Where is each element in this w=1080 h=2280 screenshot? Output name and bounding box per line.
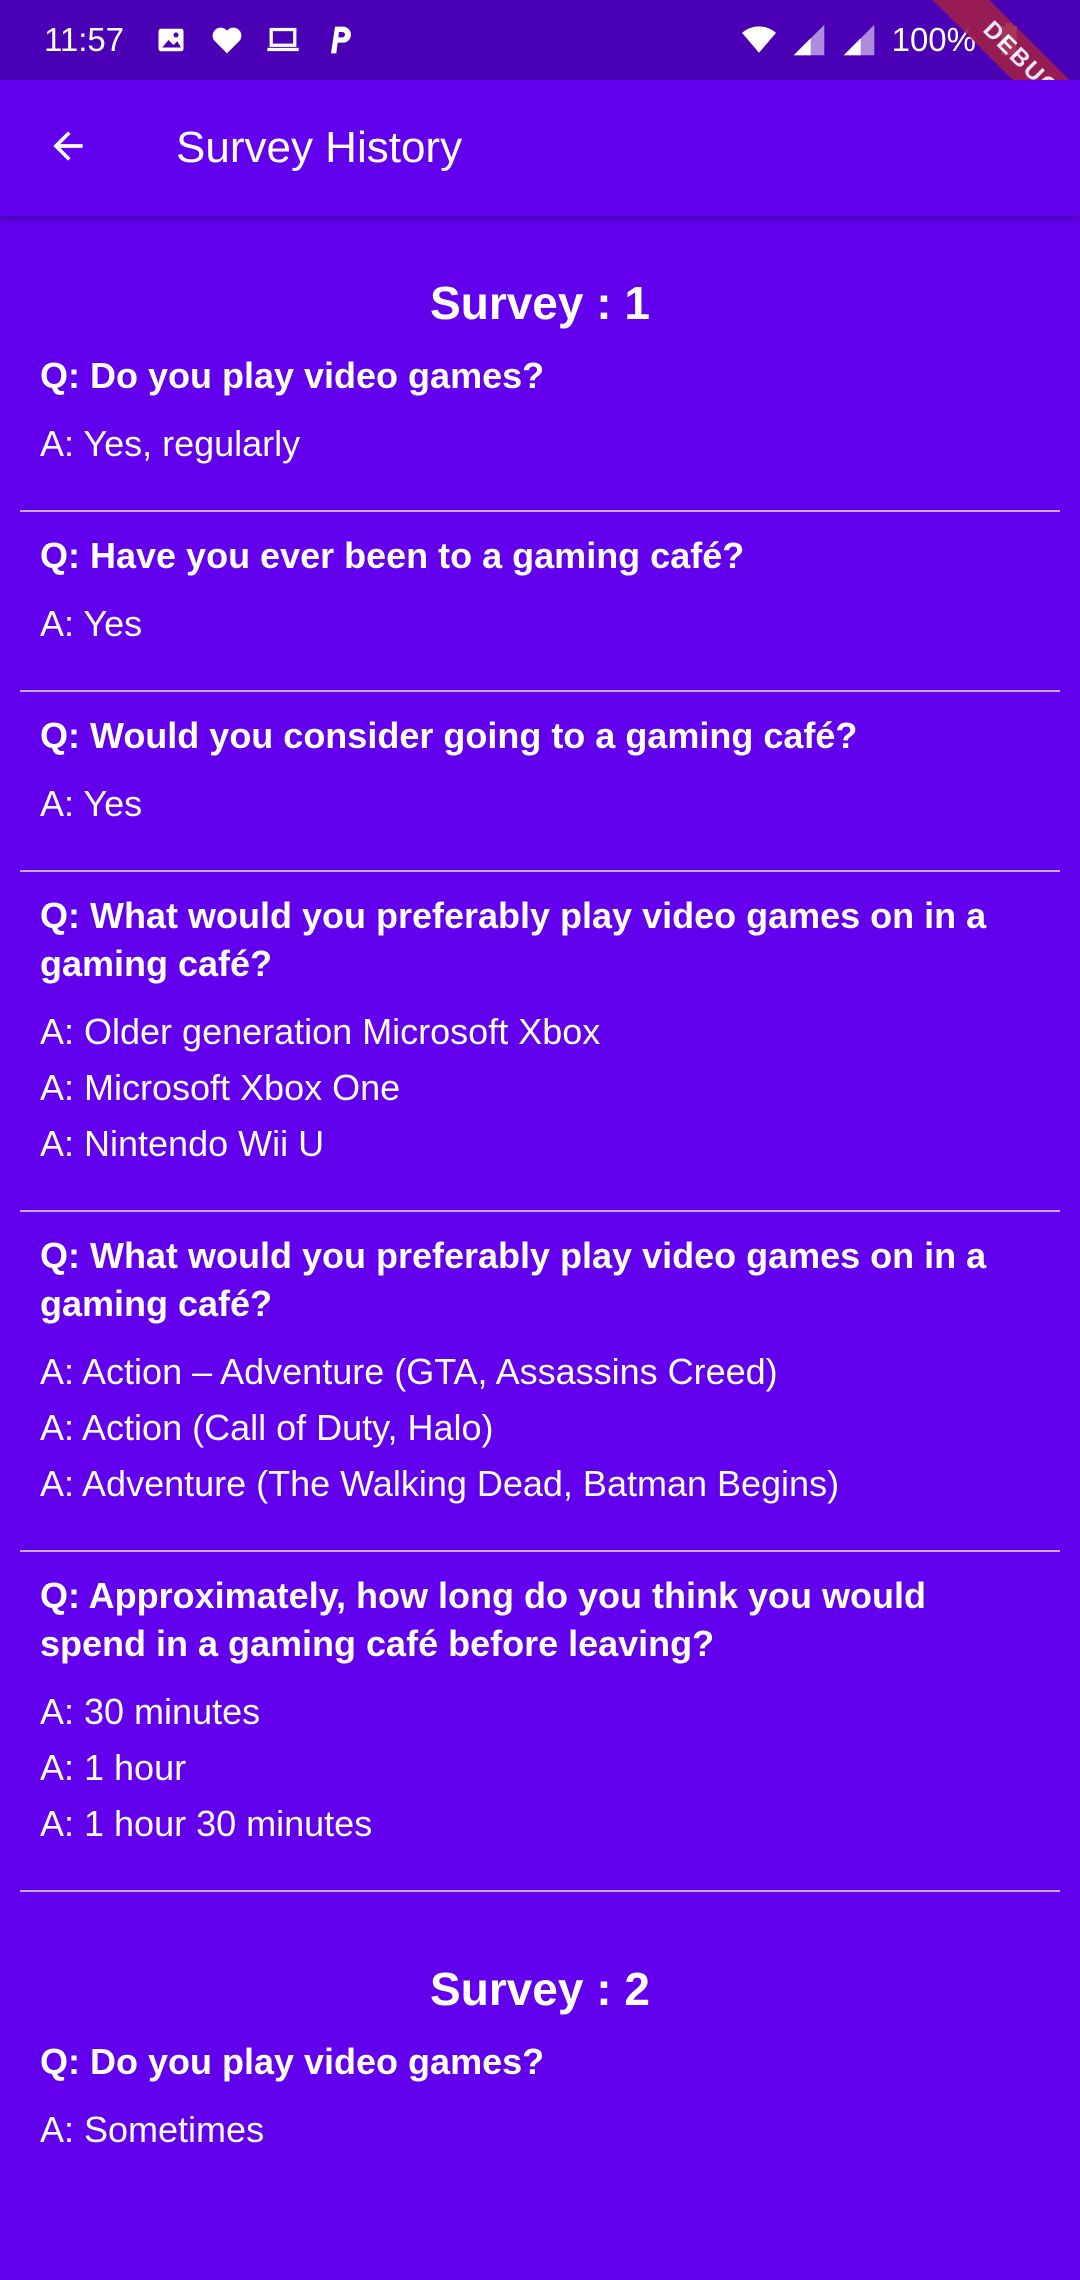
qa-item: Q: What would you preferably play video … xyxy=(20,872,1060,1212)
question-text: Q: Would you consider going to a gaming … xyxy=(40,715,858,756)
signal-icon xyxy=(792,23,826,57)
survey-title: Survey : 2 xyxy=(430,1963,650,2015)
signal-icon xyxy=(842,23,876,57)
image-icon xyxy=(154,23,188,57)
page-title: Survey History xyxy=(176,123,463,172)
survey-block: Survey : 1 Q: Do you play video games? A… xyxy=(20,216,1060,1892)
arrow-back-icon xyxy=(46,124,90,173)
survey-title: Survey : 1 xyxy=(430,277,650,329)
status-bar: 11:57 100% xyxy=(0,0,1080,80)
p-app-icon xyxy=(322,23,356,57)
question-text: Q: Do you play video games? xyxy=(40,355,545,396)
question-text: Q: Approximately, how long do you think … xyxy=(40,1575,926,1664)
survey-block: Survey : 2 Q: Do you play video games? A… xyxy=(20,1892,1060,2196)
qa-item: Q: Do you play video games? A: Sometimes xyxy=(20,2038,1060,2196)
qa-item: Q: Do you play video games? A: Yes, regu… xyxy=(20,352,1060,512)
qa-item: Q: What would you preferably play video … xyxy=(20,1212,1060,1552)
answer-text: A: Action (Call of Duty, Halo) xyxy=(40,1407,494,1448)
question-text: Q: Do you play video games? xyxy=(40,2041,545,2082)
answer-text: A: Microsoft Xbox One xyxy=(40,1067,401,1108)
answer-text: A: 30 minutes xyxy=(40,1691,261,1732)
survey-history-list[interactable]: Survey : 1 Q: Do you play video games? A… xyxy=(20,216,1060,2280)
answer-text: A: Sometimes xyxy=(40,2109,265,2150)
wifi-icon xyxy=(741,23,776,57)
answer-text: A: Yes xyxy=(40,603,143,644)
answer-text: A: Nintendo Wii U xyxy=(40,1123,325,1164)
question-text: Q: Have you ever been to a gaming café? xyxy=(40,535,745,576)
question-text: Q: What would you preferably play video … xyxy=(40,895,987,984)
app-bar: Survey History xyxy=(0,80,1080,216)
laptop-icon xyxy=(266,23,300,57)
answer-text: A: Yes, regularly xyxy=(40,423,301,464)
question-text: Q: What would you preferably play video … xyxy=(40,1235,987,1324)
qa-item: Q: Would you consider going to a gaming … xyxy=(20,692,1060,872)
notification-icons xyxy=(154,23,356,57)
qa-item: Q: Have you ever been to a gaming café? … xyxy=(20,512,1060,692)
answer-text: A: 1 hour xyxy=(40,1747,187,1788)
answer-text: A: Action – Adventure (GTA, Assassins Cr… xyxy=(40,1351,778,1392)
answer-text: A: Yes xyxy=(40,783,143,824)
back-button[interactable] xyxy=(0,80,136,216)
answer-text: A: 1 hour 30 minutes xyxy=(40,1803,373,1844)
qa-item: Q: Approximately, how long do you think … xyxy=(20,1552,1060,1892)
answer-text: A: Adventure (The Walking Dead, Batman B… xyxy=(40,1463,840,1504)
heart-icon xyxy=(210,23,244,57)
status-time: 11:57 xyxy=(44,21,125,58)
answer-text: A: Older generation Microsoft Xbox xyxy=(40,1011,601,1052)
